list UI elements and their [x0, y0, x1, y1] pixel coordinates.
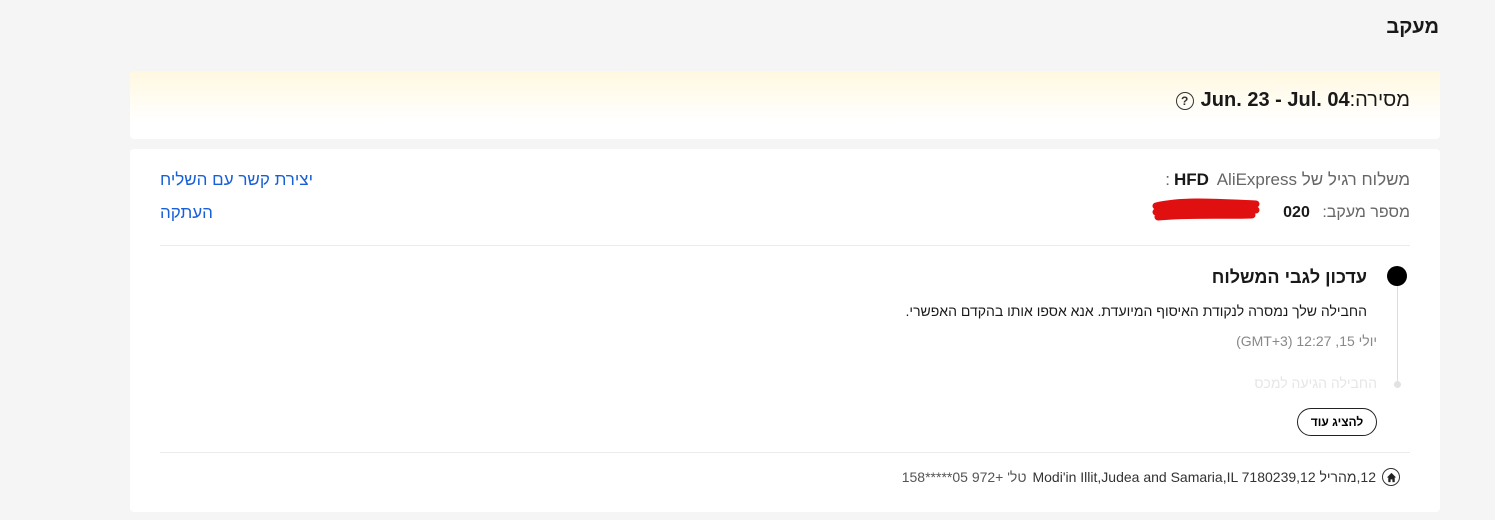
event-description: החבילה שלך נמסרה לנקודת האיסוף המיועדת. … — [905, 303, 1367, 319]
tracking-number-row: מספר מעקב: 020 — [1283, 204, 1410, 222]
divider — [160, 452, 1410, 453]
delivery-address: 12,מהריל 12,Modi'in Illit,Judea and Sama… — [902, 468, 1400, 486]
phone-prefix: טל' — [1007, 469, 1027, 485]
contact-courier-link[interactable]: יצירת קשר עם השליח — [160, 170, 313, 190]
carrier-name: HFD — [1173, 170, 1209, 189]
timeline-line — [1397, 285, 1398, 381]
show-more-button[interactable]: להציג עוד — [1297, 408, 1377, 436]
delivery-dates: Jun. 23 - Jul. 04 — [1200, 89, 1350, 111]
home-icon — [1382, 468, 1400, 486]
tracking-number-label: מספר מעקב: — [1322, 204, 1410, 221]
delivery-label: מסירה: — [1349, 89, 1410, 111]
phone-value: +972 05*****158 — [901, 469, 1004, 485]
timeline-current-dot — [1387, 266, 1407, 286]
delivery-estimate-card: מסירה: Jun. 23 - Jul. 04 ? — [130, 71, 1440, 139]
shipping-method: משלוח רגיל של HFD AliExpress: — [1165, 170, 1410, 190]
tracking-number: 020 — [1283, 204, 1310, 221]
delivery-estimate: מסירה: Jun. 23 - Jul. 04 ? — [1175, 89, 1410, 112]
redaction-scribble — [1152, 198, 1260, 221]
timeline-next-dot — [1394, 381, 1401, 388]
copy-tracking-link[interactable]: העתקה — [160, 203, 213, 223]
phone-number: טל' +972 05*****158 — [902, 469, 1027, 485]
help-icon[interactable]: ? — [1175, 91, 1194, 110]
page-title: מעקב — [1386, 16, 1439, 38]
address-text: 12,מהריל 12,Modi'in Illit,Judea and Sama… — [1032, 469, 1376, 485]
divider — [160, 245, 1410, 246]
tracking-card: משלוח רגיל של HFD AliExpress: מספר מעקב:… — [130, 149, 1440, 512]
shipping-method-label: משלוח רגיל של — [1301, 170, 1410, 189]
event-title: עדכון לגבי המשלוח — [1211, 267, 1367, 287]
event-time: יולי 15, 12:27 (GMT+3) — [1236, 333, 1377, 349]
next-event-preview: החבילה הגיעה למכס — [1254, 375, 1377, 391]
